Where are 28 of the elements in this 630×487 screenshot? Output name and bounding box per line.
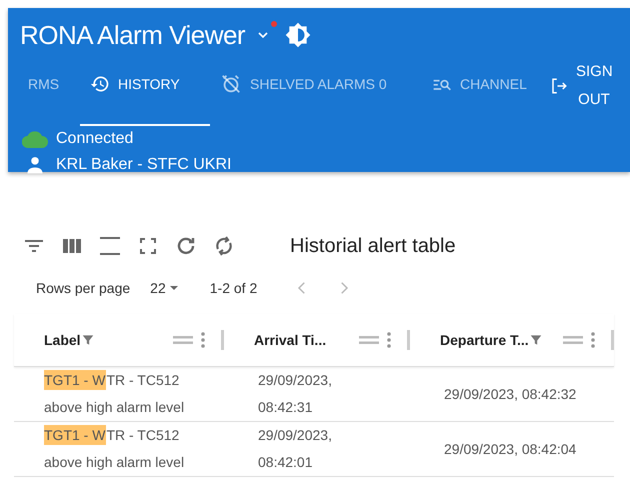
connection-status: Connected (56, 130, 134, 148)
history-icon (90, 74, 110, 94)
table-cell-text: 29/09/2023, 08:42:31 (257, 371, 333, 417)
cloud-icon (22, 130, 48, 148)
filter-funnel-icon[interactable] (80, 333, 95, 347)
column-header[interactable]: Label (44, 332, 81, 348)
column-header[interactable]: Arrival Ti... (254, 332, 326, 348)
rows-per-page-label: Rows per page (36, 280, 130, 296)
table-cell-text: 29/09/2023, 08:42:32 (443, 384, 578, 404)
filter-funnel-icon[interactable] (528, 333, 543, 347)
table-cell-text: 29/09/2023, 08:42:04 (443, 440, 578, 458)
density-icon[interactable] (98, 234, 122, 258)
drag-handle-icon[interactable] (563, 334, 583, 346)
alarm-off-icon (220, 73, 242, 95)
logout-icon (550, 77, 568, 95)
table-cell-text: 29/09/2023, 08:42:01 (257, 426, 333, 472)
sign-out-button[interactable]: SIGN OUT (546, 58, 612, 114)
table-cell-text: TGT1 - WTR - TC512 above high alarm level (43, 369, 186, 417)
rows-per-page-select[interactable]: 22 (144, 279, 186, 297)
drag-handle-icon[interactable] (359, 334, 379, 346)
drag-handle-icon[interactable] (173, 334, 193, 346)
app-title: RONA Alarm Viewer (20, 20, 246, 50)
theme-icon[interactable] (285, 22, 312, 48)
table-title: Historial alert table (290, 234, 456, 258)
table-cell-text: TGT1 - WTR - TC512 above high alarm level (43, 424, 186, 472)
user-name: KRL Baker - STFC UKRI (56, 156, 232, 174)
column-header[interactable]: Departure T... (440, 332, 529, 348)
page-range: 1-2 of 2 (210, 280, 258, 296)
